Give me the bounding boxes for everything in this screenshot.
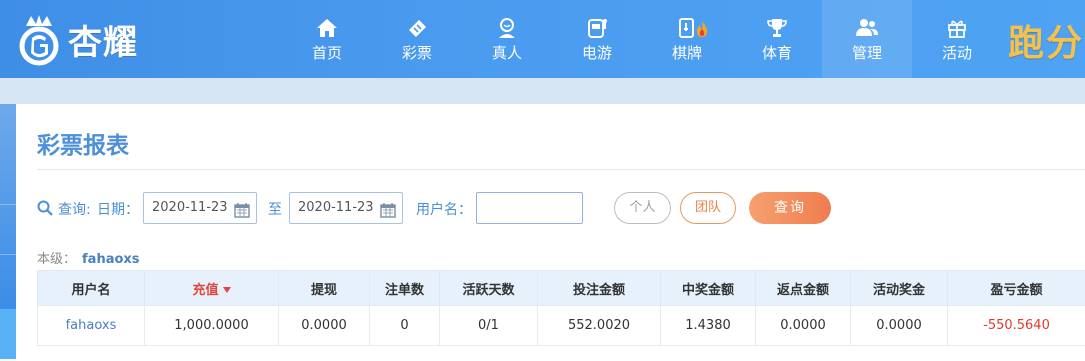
- nav-item-home[interactable]: 首页: [282, 0, 372, 78]
- sidebar-divider: [0, 254, 16, 255]
- brand-name: 杏耀: [68, 22, 138, 63]
- sidebar-divider: [0, 204, 16, 205]
- username-input[interactable]: [476, 192, 583, 224]
- column-header[interactable]: 盈亏金额: [947, 270, 1085, 306]
- nav-item-events[interactable]: 活动: [912, 0, 1002, 78]
- cell-rebate-amount: 0.0000: [755, 305, 851, 346]
- table-header-row: 用户名 充值 提现 注单数 活跃天数 投注金额 中奖金额 返点金额 活动奖金 盈…: [37, 270, 1085, 306]
- end-date-input[interactable]: 2020-11-23: [289, 192, 403, 224]
- cell-username[interactable]: fahaoxs: [37, 305, 145, 346]
- sidebar-active-item[interactable]: [0, 309, 16, 361]
- page-title: 彩票报表: [37, 133, 129, 159]
- nav-label: 活动: [941, 44, 972, 62]
- promo-banner-text[interactable]: 跑分: [1008, 14, 1084, 66]
- nav-label: 电游: [581, 44, 612, 62]
- lottery-ticket-icon: [405, 17, 429, 39]
- hot-flame-icon: [694, 20, 710, 42]
- column-header-label: 充值: [192, 282, 219, 298]
- crown-logo-icon: [12, 12, 66, 66]
- nav-label: 棋牌: [671, 44, 702, 62]
- calendar-icon[interactable]: [234, 200, 250, 230]
- start-date-input[interactable]: 2020-11-23: [143, 192, 257, 224]
- level-user[interactable]: fahaoxs: [82, 252, 140, 267]
- nav-item-egames[interactable]: 电游: [552, 0, 642, 78]
- personal-button[interactable]: 个人: [614, 192, 671, 224]
- nav-label: 首页: [311, 44, 342, 62]
- team-button[interactable]: 团队: [680, 192, 736, 224]
- nav-label: 彩票: [401, 44, 432, 62]
- date-label: 日期：: [97, 202, 139, 218]
- start-date-value: 2020-11-23: [152, 200, 228, 215]
- live-dealer-icon: [495, 17, 519, 39]
- gift-icon: [945, 17, 969, 39]
- filter-bar: 查询: 日期： 2020-11-23 至 2020-11-23 用户名： 个人 …: [37, 192, 1085, 224]
- top-nav-bar: 杏耀 首页 彩票 真人 电游 棋牌 体育 管理 活动 跑分: [0, 0, 1085, 78]
- nav-label: 真人: [491, 44, 522, 62]
- nav-label: 管理: [851, 44, 882, 62]
- nav-item-sports[interactable]: 体育: [732, 0, 822, 78]
- cell-win-amount: 1.4380: [660, 305, 756, 346]
- cell-recharge: 1,000.0000: [144, 305, 279, 346]
- column-header[interactable]: 用户名: [37, 270, 145, 306]
- column-header-sorted[interactable]: 充值: [144, 270, 279, 306]
- home-icon: [315, 17, 339, 39]
- cell-active-days: 0/1: [439, 305, 538, 346]
- search-icon: [37, 200, 53, 220]
- search-button[interactable]: 查询: [749, 192, 831, 224]
- cell-bet-count: 0: [369, 305, 440, 346]
- nav-item-cards[interactable]: 棋牌: [642, 0, 732, 78]
- column-header[interactable]: 活跃天数: [439, 270, 538, 306]
- date-range-separator: 至: [268, 202, 282, 218]
- end-date-value: 2020-11-23: [298, 200, 374, 215]
- report-panel: 彩票报表 查询: 日期： 2020-11-23 至 2020-11-23 用户名…: [16, 104, 1085, 361]
- main-nav: 首页 彩票 真人 电游 棋牌 体育 管理 活动: [282, 0, 1002, 78]
- sort-desc-icon: [222, 287, 231, 293]
- column-header[interactable]: 投注金额: [537, 270, 661, 306]
- nav-label: 体育: [761, 44, 792, 62]
- level-label: 本级：: [37, 252, 77, 267]
- table-row: fahaoxs 1,000.0000 0.0000 0 0/1 552.0020…: [37, 305, 1085, 346]
- cell-bet-amount: 552.0020: [537, 305, 661, 346]
- trophy-icon: [765, 17, 789, 39]
- current-level: 本级： fahaoxs: [37, 248, 140, 267]
- column-header[interactable]: 中奖金额: [660, 270, 756, 306]
- sub-header-bar: [0, 78, 1085, 104]
- brand-logo[interactable]: 杏耀: [12, 8, 138, 70]
- column-header[interactable]: 提现: [278, 270, 370, 306]
- title-divider: [37, 169, 1085, 170]
- left-sidebar-strip: [0, 104, 16, 361]
- calendar-icon[interactable]: [380, 200, 396, 230]
- username-label: 用户名：: [416, 202, 472, 218]
- nav-item-live[interactable]: 真人: [462, 0, 552, 78]
- column-header[interactable]: 返点金额: [755, 270, 851, 306]
- nav-item-manage[interactable]: 管理: [822, 0, 912, 78]
- column-header[interactable]: 活动奖金: [850, 270, 948, 306]
- nav-item-lottery[interactable]: 彩票: [372, 0, 462, 78]
- cell-profit-loss: -550.5640: [947, 305, 1085, 346]
- cell-withdraw: 0.0000: [278, 305, 370, 346]
- users-icon: [855, 17, 879, 39]
- slot-machine-icon: [585, 17, 609, 39]
- report-table: 用户名 充值 提现 注单数 活跃天数 投注金额 中奖金额 返点金额 活动奖金 盈…: [37, 270, 1085, 346]
- column-header[interactable]: 注单数: [369, 270, 440, 306]
- query-label: 查询:: [58, 202, 91, 218]
- cell-bonus-amount: 0.0000: [850, 305, 948, 346]
